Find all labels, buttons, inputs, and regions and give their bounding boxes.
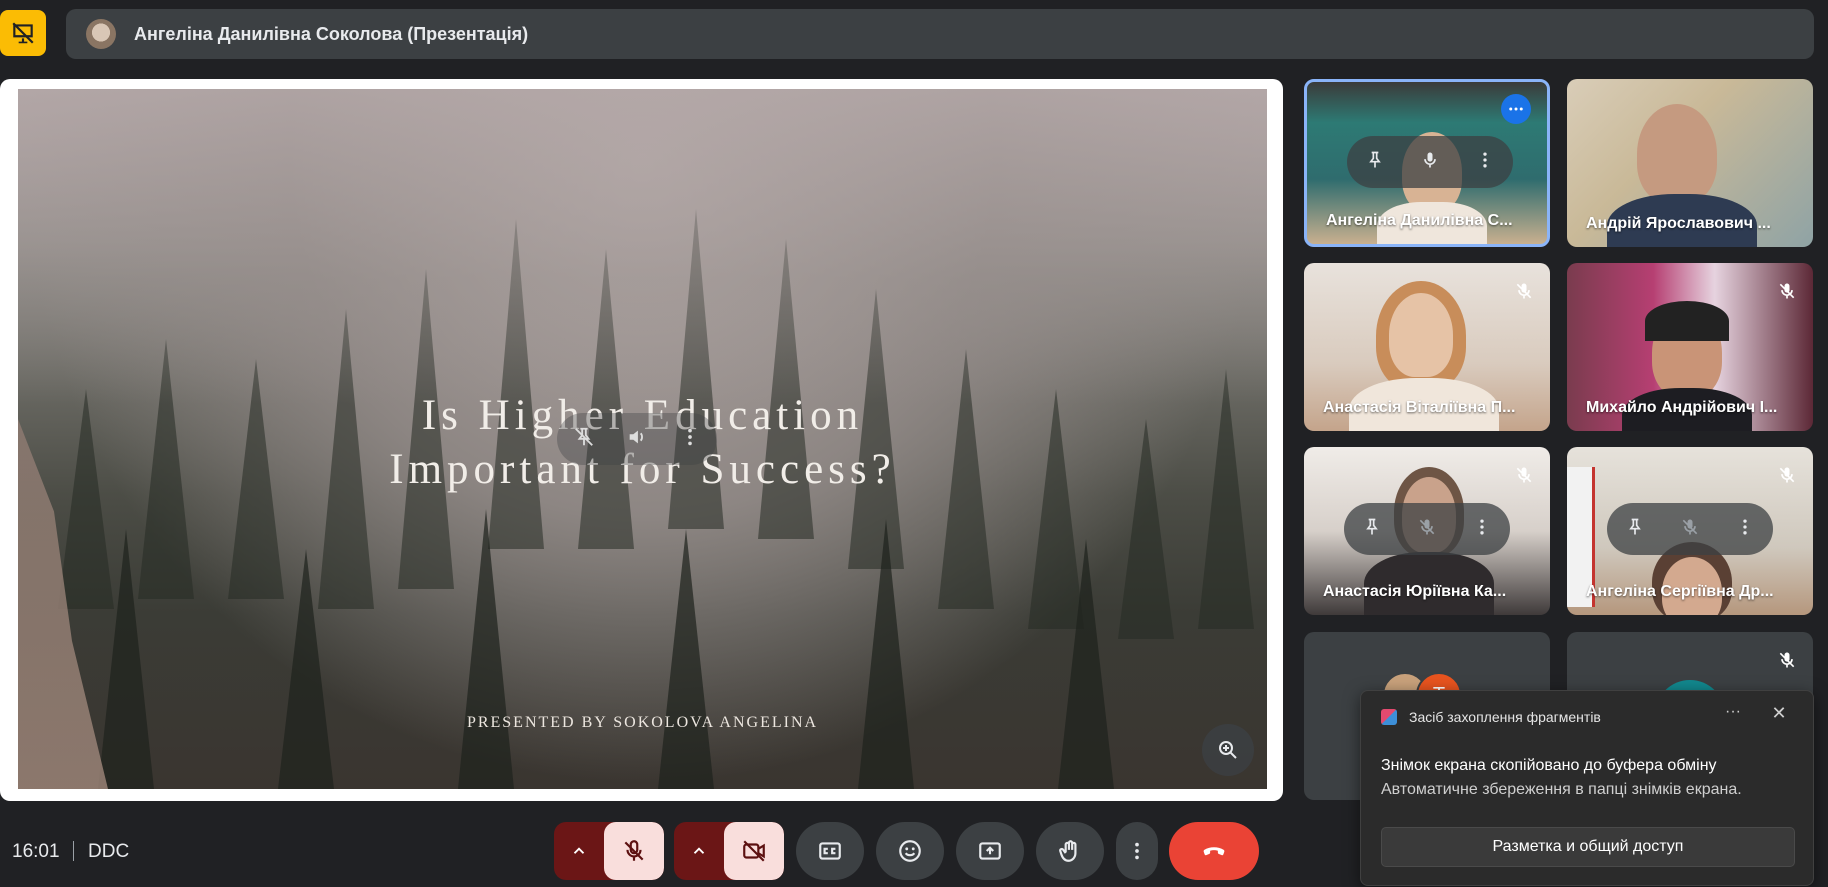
pin-icon[interactable] (1362, 517, 1382, 542)
camera-control (674, 822, 784, 880)
muted-microphone-icon[interactable] (1680, 517, 1700, 542)
participant-name: Анастасія Юріївна Ка... (1323, 583, 1507, 600)
leave-call-button[interactable] (1169, 822, 1259, 880)
tile-hover-controls (1347, 136, 1513, 188)
slide-subtitle: PRESENTED BY SOKOLOVA ANGELINA (466, 714, 819, 731)
notification-app-name: Засіб захоплення фрагментів (1409, 709, 1601, 725)
more-vertical-icon (1135, 842, 1139, 860)
chevron-up-icon (573, 847, 585, 854)
participant-tile[interactable]: Ангеліна Данилівна С... (1304, 79, 1550, 247)
more-horizontal-icon (1509, 107, 1523, 111)
muted-microphone-icon (1510, 461, 1538, 489)
reactions-button[interactable] (876, 822, 944, 880)
tile-hover-controls (1607, 503, 1773, 555)
participant-name: Ангеліна Данилівна С... (1326, 212, 1513, 229)
participant-tile[interactable]: Михайло Андрійович І... (1567, 263, 1813, 431)
participant-name: Ангеліна Сергіївна Др... (1586, 583, 1774, 600)
notification-close-button[interactable]: ✕ (1765, 703, 1793, 727)
presenter-title: Ангеліна Данилівна Соколова (Презентація… (134, 23, 529, 44)
divider (73, 841, 74, 861)
more-options-icon[interactable] (1475, 150, 1495, 175)
notification-heading: Знімок екрана скопійовано до буфера обмі… (1381, 757, 1717, 774)
muted-microphone-icon[interactable] (1417, 517, 1437, 542)
captions-button[interactable] (796, 822, 864, 880)
pin-icon[interactable] (1625, 517, 1645, 542)
avatar (86, 19, 116, 49)
meeting-clock: 16:01 (12, 841, 60, 862)
participant-tile[interactable]: Анастасія Юріївна Ка... (1304, 447, 1550, 615)
hang-up-icon (1203, 847, 1225, 856)
muted-microphone-icon (1510, 277, 1538, 305)
tile-hover-controls (1344, 503, 1510, 555)
participant-name: Анастасія Віталіївна П... (1323, 399, 1516, 416)
participant-tile[interactable]: Анастасія Віталіївна П... (1304, 263, 1550, 431)
unpin-icon[interactable] (573, 426, 595, 453)
more-options-button[interactable] (1501, 94, 1531, 124)
presentation-hover-controls (557, 413, 717, 465)
microphone-toggle-button[interactable] (604, 822, 664, 880)
raise-hand-button[interactable] (1036, 822, 1104, 880)
muted-microphone-icon (1773, 277, 1801, 305)
participant-tile[interactable]: Ангеліна Сергіївна Др... (1567, 447, 1813, 615)
microphone-icon[interactable] (1420, 150, 1440, 175)
chevron-up-icon (693, 847, 705, 854)
meeting-code: DDC (88, 841, 130, 862)
camera-toggle-button[interactable] (724, 822, 784, 880)
muted-microphone-icon (1773, 461, 1801, 489)
emoji-icon (899, 840, 921, 862)
presentation-off-icon[interactable] (0, 10, 46, 56)
present-screen-icon (979, 842, 1001, 860)
muted-microphone-icon (624, 840, 644, 861)
zoom-in-button[interactable] (1202, 724, 1254, 776)
participant-tile[interactable]: Андрій Ярославович ... (1567, 79, 1813, 247)
audio-settings-button[interactable] (554, 822, 604, 880)
markup-and-share-button[interactable]: Разметка и общий доступ (1381, 827, 1795, 867)
snip-notification[interactable]: Засіб захоплення фрагментів ··· ✕ Знімок… (1360, 690, 1814, 886)
more-options-button[interactable] (1116, 822, 1158, 880)
volume-icon[interactable] (626, 426, 648, 453)
zoom-in-icon (1219, 741, 1237, 759)
microphone-control (554, 822, 664, 880)
camera-off-icon (743, 840, 765, 862)
participant-name: Андрій Ярославович ... (1586, 215, 1771, 232)
participant-name: Михайло Андрійович І... (1586, 399, 1778, 416)
notification-more-button[interactable]: ··· (1719, 703, 1747, 727)
snipping-tool-icon (1381, 709, 1397, 725)
video-settings-button[interactable] (674, 822, 724, 880)
more-options-icon[interactable] (679, 426, 701, 453)
presenter-bar: Ангеліна Данилівна Соколова (Презентація… (66, 9, 1814, 59)
notification-body: Автоматичне збереження в папці знімків е… (1381, 781, 1742, 798)
closed-captions-icon (819, 842, 841, 860)
more-options-icon[interactable] (1472, 517, 1492, 542)
raise-hand-icon (1059, 840, 1077, 862)
more-options-icon[interactable] (1735, 517, 1755, 542)
pin-icon[interactable] (1365, 150, 1385, 175)
present-screen-button[interactable] (956, 822, 1024, 880)
muted-microphone-icon (1773, 646, 1801, 674)
